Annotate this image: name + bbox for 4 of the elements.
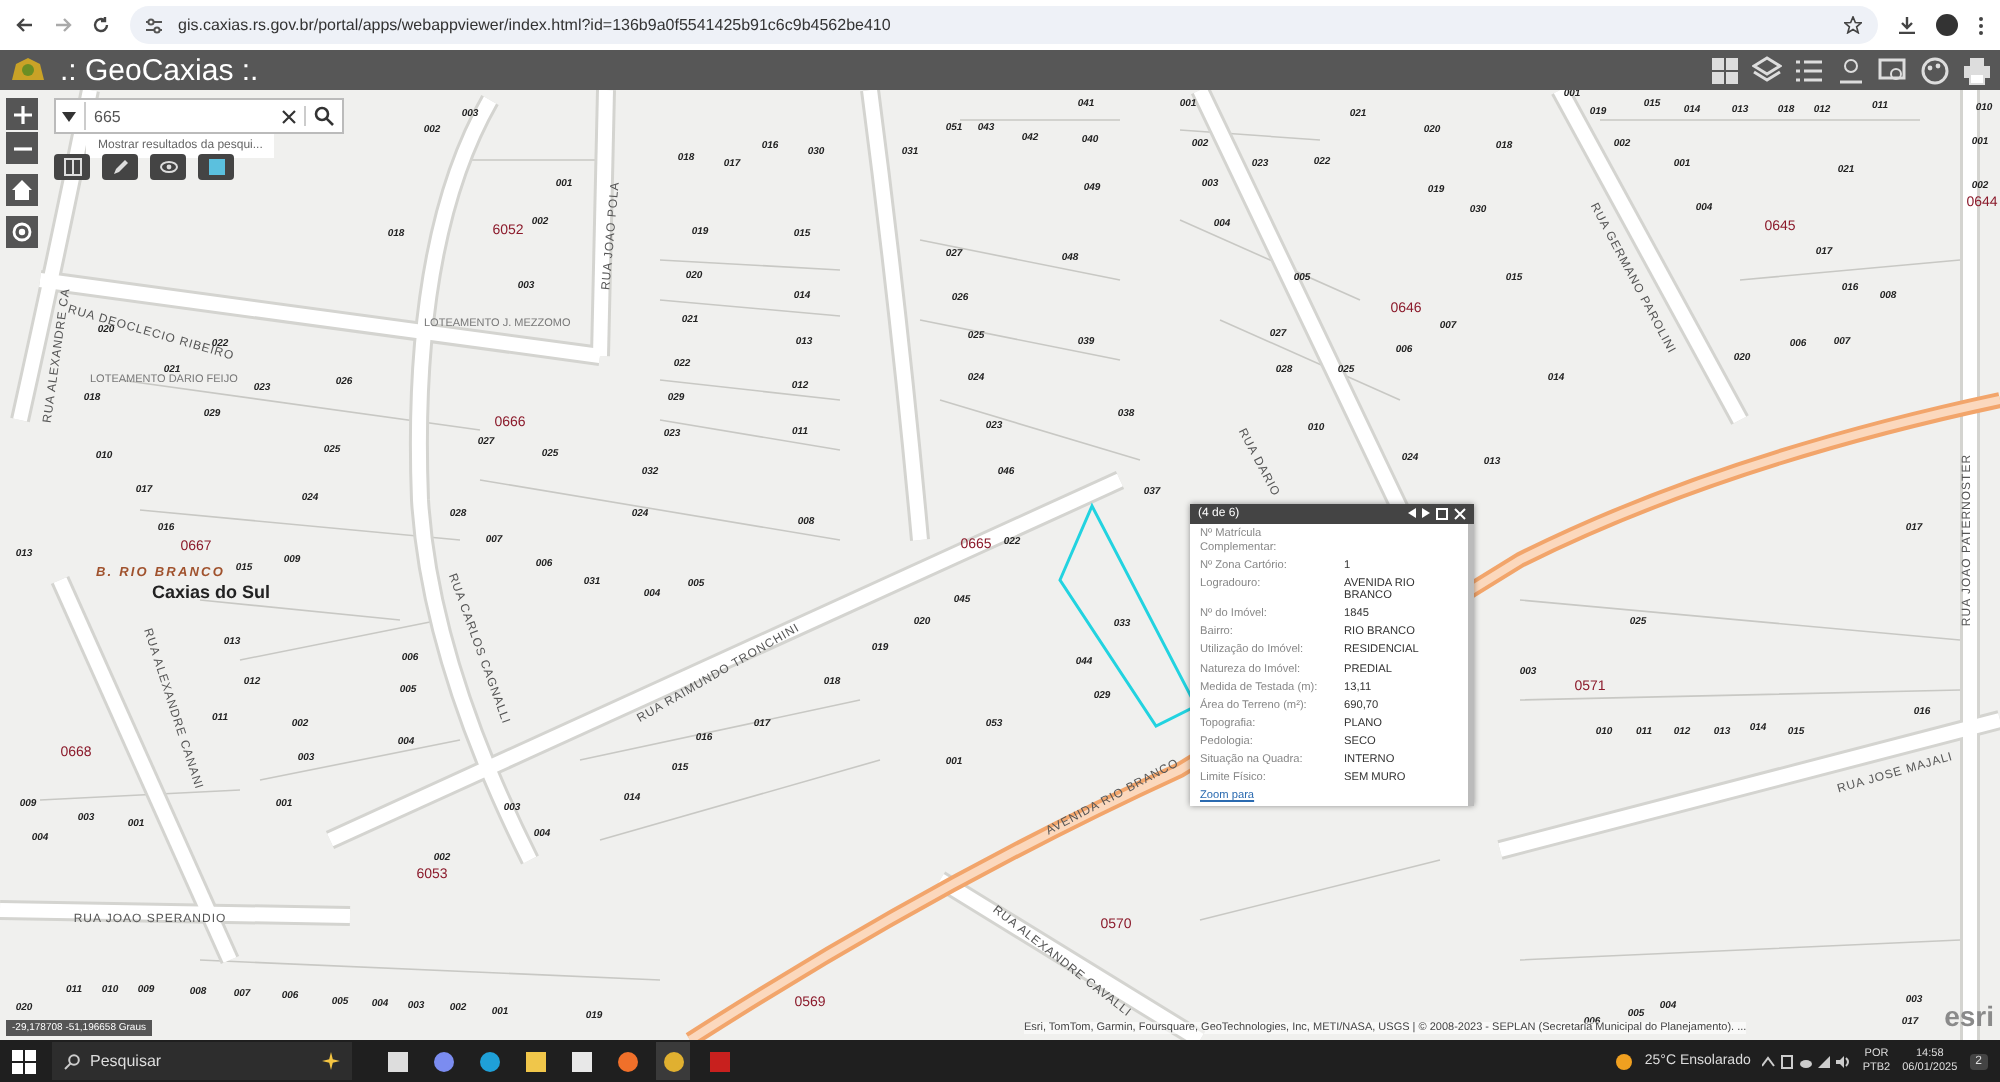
url-text: gis.caxias.rs.gov.br/portal/apps/webappviewer/index.html?id=136b9a0f5541425b91c6c9b4562be410	[178, 16, 893, 34]
esri-logo: esri	[1944, 1000, 1994, 1032]
app-title: .: GeoCaxias :.	[60, 53, 259, 87]
place-label: Caxias do Sul	[152, 582, 271, 602]
